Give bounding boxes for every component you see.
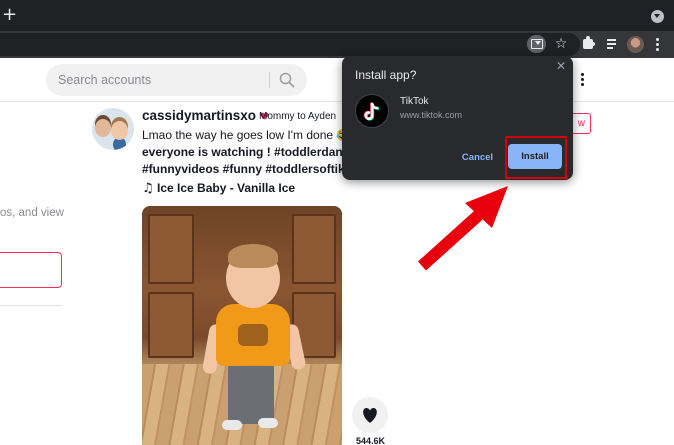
child-figure	[228, 362, 274, 424]
tab-search-icon[interactable]	[651, 10, 664, 23]
browser-toolbar: ☆	[0, 31, 674, 58]
caption-line[interactable]: #funnyvideos #funny #toddlersoftiktok	[142, 162, 363, 176]
install-app-dialog: Install app? ✕ TikTok www.tiktok.com Can…	[342, 56, 573, 180]
star-icon[interactable]: ☆	[553, 35, 569, 53]
caption-line[interactable]: everyone is watching ! #toddlerdance #	[142, 145, 366, 159]
sidebar-login-button[interactable]	[0, 252, 62, 288]
address-bar[interactable]	[0, 33, 580, 56]
search-divider	[269, 72, 270, 88]
install-button[interactable]: Install	[508, 144, 562, 169]
avatar[interactable]	[92, 108, 134, 150]
app-url: www.tiktok.com	[400, 110, 463, 120]
music-link[interactable]: ♫ Ice Ice Baby - Vanilla Ice	[142, 181, 295, 196]
child-figure	[258, 418, 278, 428]
post-username[interactable]: cassidymartinsxo ❤	[142, 108, 269, 123]
install-app-icon[interactable]	[527, 35, 546, 53]
tiktok-logo-icon	[355, 94, 389, 128]
cabinet-panel	[292, 214, 336, 284]
profile-avatar[interactable]	[627, 36, 644, 53]
like-count: 544.6K	[356, 436, 386, 445]
cabinet-panel	[148, 292, 194, 358]
dialog-title: Install app?	[355, 68, 417, 82]
like-button[interactable]	[352, 397, 388, 433]
post-nickname: Mommy to Ayden	[259, 111, 337, 122]
cancel-button[interactable]: Cancel	[450, 146, 505, 169]
sidebar-divider	[0, 305, 62, 306]
caption-line: Lmao the way he goes low I'm done 😂	[142, 128, 352, 142]
video-player[interactable]	[142, 206, 342, 445]
new-tab-button[interactable]: +	[2, 5, 17, 25]
sidebar-login-prompt: os, and view	[0, 207, 64, 219]
search-bar	[46, 64, 307, 96]
tab-strip: +	[0, 0, 674, 31]
child-figure	[228, 244, 278, 268]
search-input[interactable]	[46, 64, 268, 96]
cabinet-panel	[148, 214, 194, 284]
close-icon[interactable]: ✕	[555, 60, 567, 72]
child-figure	[238, 324, 268, 346]
app-name: TikTok	[400, 96, 429, 107]
page-more-icon[interactable]	[577, 70, 587, 88]
reading-list-icon[interactable]	[604, 35, 622, 53]
child-figure	[222, 420, 242, 430]
music-note-icon: ♫	[142, 181, 154, 196]
search-icon[interactable]	[279, 72, 295, 88]
kebab-icon[interactable]	[652, 35, 662, 53]
heart-icon	[363, 408, 377, 423]
puzzle-icon[interactable]	[580, 35, 596, 53]
